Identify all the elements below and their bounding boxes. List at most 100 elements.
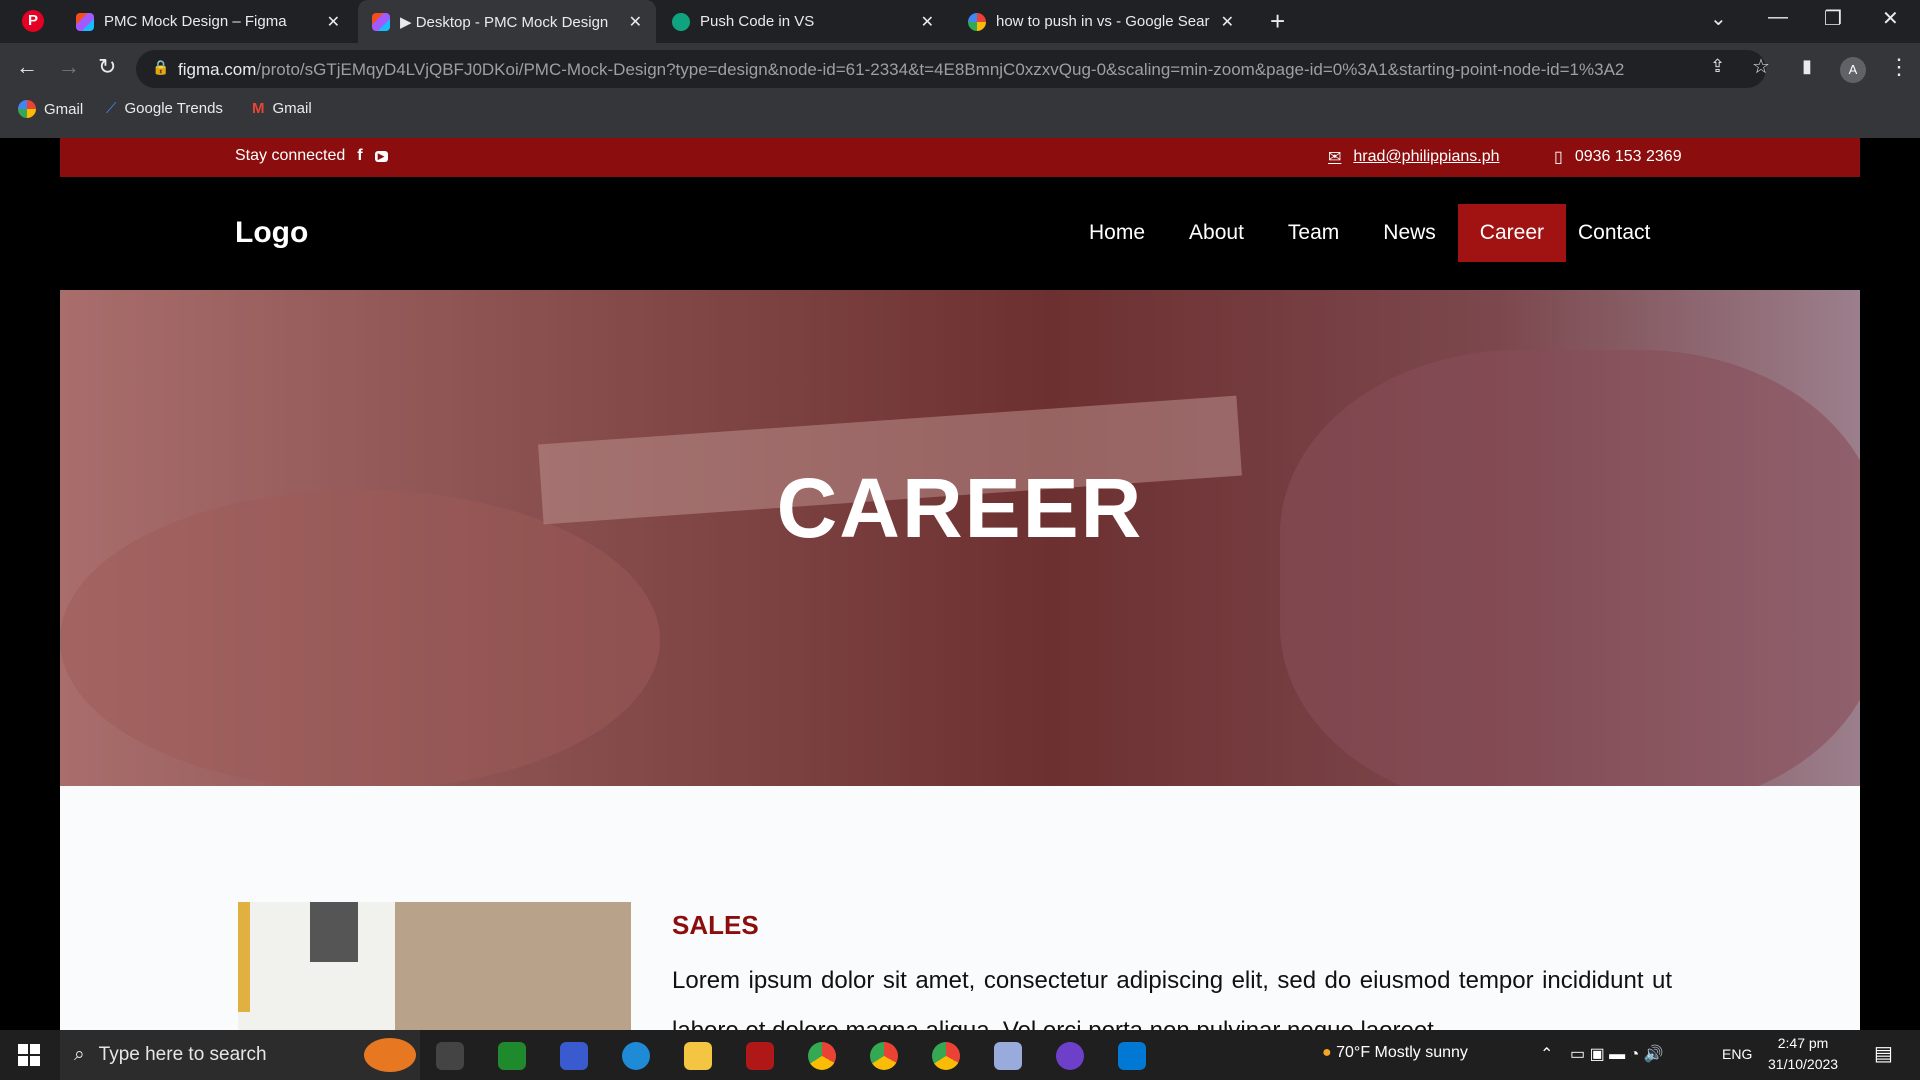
tab-title: Push Code in VS <box>700 13 815 30</box>
hero-title: CAREER <box>776 461 1144 555</box>
stay-connected: Stay connected f ▶ <box>235 147 388 165</box>
github-desktop-icon[interactable] <box>1056 1042 1084 1070</box>
google-icon <box>968 12 986 31</box>
envelope-icon: ✉ <box>1328 149 1342 166</box>
url-host: figma.com <box>178 60 257 79</box>
tab-search-chevron-icon[interactable]: ⌄ <box>1710 6 1727 31</box>
forward-icon[interactable]: → <box>58 54 80 80</box>
bookmark-google-trends[interactable]: ⟋ Google Trends <box>106 100 223 117</box>
search-placeholder: Type here to search <box>98 1044 267 1065</box>
taskbar-search[interactable]: ⌕ Type here to search <box>60 1030 420 1080</box>
browser-toolbar: ← → ↻ 🔒 figma.com/proto/sGTjEMqyD4LVjQBF… <box>0 43 1920 138</box>
xbox-icon[interactable] <box>498 1042 526 1070</box>
show-hidden-icons-chevron[interactable]: ⌃ <box>1540 1044 1553 1064</box>
nav-home[interactable]: Home <box>1067 204 1167 262</box>
bookmark-gmail-1[interactable]: Gmail <box>18 100 83 118</box>
tab-figma[interactable]: PMC Mock Design – Figma ✕ <box>62 0 354 43</box>
facebook-icon[interactable]: f <box>357 147 362 165</box>
clock-date: 31/10/2023 <box>1768 1056 1839 1072</box>
email-contact[interactable]: ✉ hrad@philippians.ph <box>1328 147 1500 167</box>
bookmark-label: Gmail <box>44 100 84 118</box>
bookmark-star-icon[interactable]: ☆ <box>1752 54 1770 79</box>
tray-icons[interactable]: ▭ ▣ ▬ ◔ 🔊 <box>1570 1044 1664 1064</box>
nav-about[interactable]: About <box>1167 204 1266 262</box>
section-title: SALES <box>672 910 759 940</box>
site-logo[interactable]: Logo <box>235 216 308 250</box>
side-panel-icon[interactable]: ▮ <box>1802 56 1812 77</box>
bookmark-label: Google Trends <box>124 100 223 117</box>
contact-topbar: Stay connected f ▶ ✉ hrad@philippians.ph… <box>60 138 1860 177</box>
chatgpt-icon <box>672 12 690 31</box>
nav-career[interactable]: Career <box>1457 204 1566 262</box>
minimize-button[interactable]: — <box>1768 6 1788 29</box>
task-view-icon[interactable] <box>436 1042 464 1070</box>
bookmark-label: Gmail <box>272 100 312 117</box>
edge-icon[interactable] <box>622 1042 650 1070</box>
trends-icon: ⟋ <box>106 100 117 117</box>
tab-title: ▶ Desktop - PMC Mock Design <box>400 13 609 31</box>
share-icon[interactable]: ⇪ <box>1710 56 1725 77</box>
stay-connected-label: Stay connected <box>235 147 346 164</box>
tab-desktop-pmc[interactable]: ▶ Desktop - PMC Mock Design ✕ <box>358 0 656 43</box>
weather-widget[interactable]: ● 70°F Mostly sunny <box>1322 1044 1468 1062</box>
clock-time: 2:47 pm <box>1777 1035 1829 1051</box>
email-link[interactable]: hrad@philippians.ph <box>1353 148 1499 166</box>
pumpkin-icon <box>364 1038 416 1072</box>
profile-avatar[interactable]: A <box>1840 57 1866 83</box>
hero-banner: CAREER <box>60 290 1860 786</box>
pinterest-pinned-tab-icon[interactable]: P <box>22 10 44 32</box>
close-tab-icon[interactable]: ✕ <box>629 12 642 32</box>
url-path: /proto/sGTjEMqyD4LVjQBFJ0DKoi/PMC-Mock-D… <box>256 60 1625 79</box>
file-explorer-icon[interactable] <box>684 1042 712 1070</box>
app-icon[interactable] <box>746 1042 774 1070</box>
vscode-icon[interactable] <box>1118 1042 1146 1070</box>
chrome-icon[interactable] <box>808 1042 836 1070</box>
chrome-profile-icon[interactable] <box>870 1042 898 1070</box>
paint-icon[interactable] <box>994 1042 1022 1070</box>
figma-icon <box>76 12 94 31</box>
tab-push-code[interactable]: Push Code in VS ✕ <box>658 0 948 43</box>
nav-news[interactable]: News <box>1361 204 1458 262</box>
section-paragraph: Lorem ipsum dolor sit amet, consectetur … <box>672 967 1672 1030</box>
sales-photo <box>238 902 631 1030</box>
website-prototype: Stay connected f ▶ ✉ hrad@philippians.ph… <box>60 138 1860 1030</box>
restore-button[interactable]: ❐ <box>1824 6 1842 31</box>
tab-title: how to push in vs - Google Sear <box>996 13 1210 30</box>
career-content: SALES Lorem ipsum dolor sit amet, consec… <box>60 786 1860 1030</box>
phone-number: 0936 153 2369 <box>1574 148 1682 165</box>
lock-icon[interactable]: 🔒 <box>152 59 169 76</box>
close-tab-icon[interactable]: ✕ <box>921 12 934 32</box>
chrome-profile-2-icon[interactable] <box>932 1042 960 1070</box>
photo-decoration <box>238 902 250 1012</box>
windows-start-icon[interactable] <box>18 1044 40 1066</box>
close-window-button[interactable]: ✕ <box>1882 6 1899 31</box>
reload-icon[interactable]: ↻ <box>98 54 116 80</box>
bookmark-gmail-2[interactable]: M Gmail <box>252 100 312 117</box>
nav-team[interactable]: Team <box>1266 204 1361 262</box>
new-tab-button[interactable]: + <box>1270 6 1285 37</box>
phone-contact: ▯ 0936 153 2369 <box>1554 147 1682 167</box>
back-icon[interactable]: ← <box>16 54 38 80</box>
tab-google-search[interactable]: how to push in vs - Google Sear ✕ <box>954 0 1248 43</box>
store-icon[interactable] <box>560 1042 588 1070</box>
gmail-icon: M <box>252 100 265 117</box>
tab-title: PMC Mock Design – Figma <box>104 13 287 30</box>
close-tab-icon[interactable]: ✕ <box>327 12 340 32</box>
weather-sun-icon: ● <box>1322 1044 1332 1061</box>
close-tab-icon[interactable]: ✕ <box>1221 12 1234 32</box>
youtube-icon[interactable]: ▶ <box>374 150 388 162</box>
browser-tab-bar: P PMC Mock Design – Figma ✕ ▶ Desktop - … <box>0 0 1920 43</box>
main-nav: Home About Team News Career Contact <box>1067 204 1662 262</box>
notifications-icon[interactable]: ▤ <box>1874 1041 1893 1066</box>
phone-icon: ▯ <box>1554 149 1563 166</box>
clock[interactable]: 2:47 pm 31/10/2023 <box>1768 1033 1838 1075</box>
menu-kebab-icon[interactable]: ⋮ <box>1888 54 1910 80</box>
windows-taskbar: ⌕ Type here to search ● 70°F Mostly sunn… <box>0 1030 1920 1080</box>
google-icon <box>18 100 36 118</box>
language-indicator[interactable]: ENG <box>1722 1046 1752 1062</box>
figma-icon <box>372 12 390 31</box>
address-bar[interactable]: 🔒 figma.com/proto/sGTjEMqyD4LVjQBFJ0DKoi… <box>136 50 1766 88</box>
photo-wall-frame <box>310 902 358 962</box>
url-text[interactable]: figma.com/proto/sGTjEMqyD4LVjQBFJ0DKoi/P… <box>178 60 1624 80</box>
nav-contact[interactable]: Contact <box>1566 204 1662 262</box>
